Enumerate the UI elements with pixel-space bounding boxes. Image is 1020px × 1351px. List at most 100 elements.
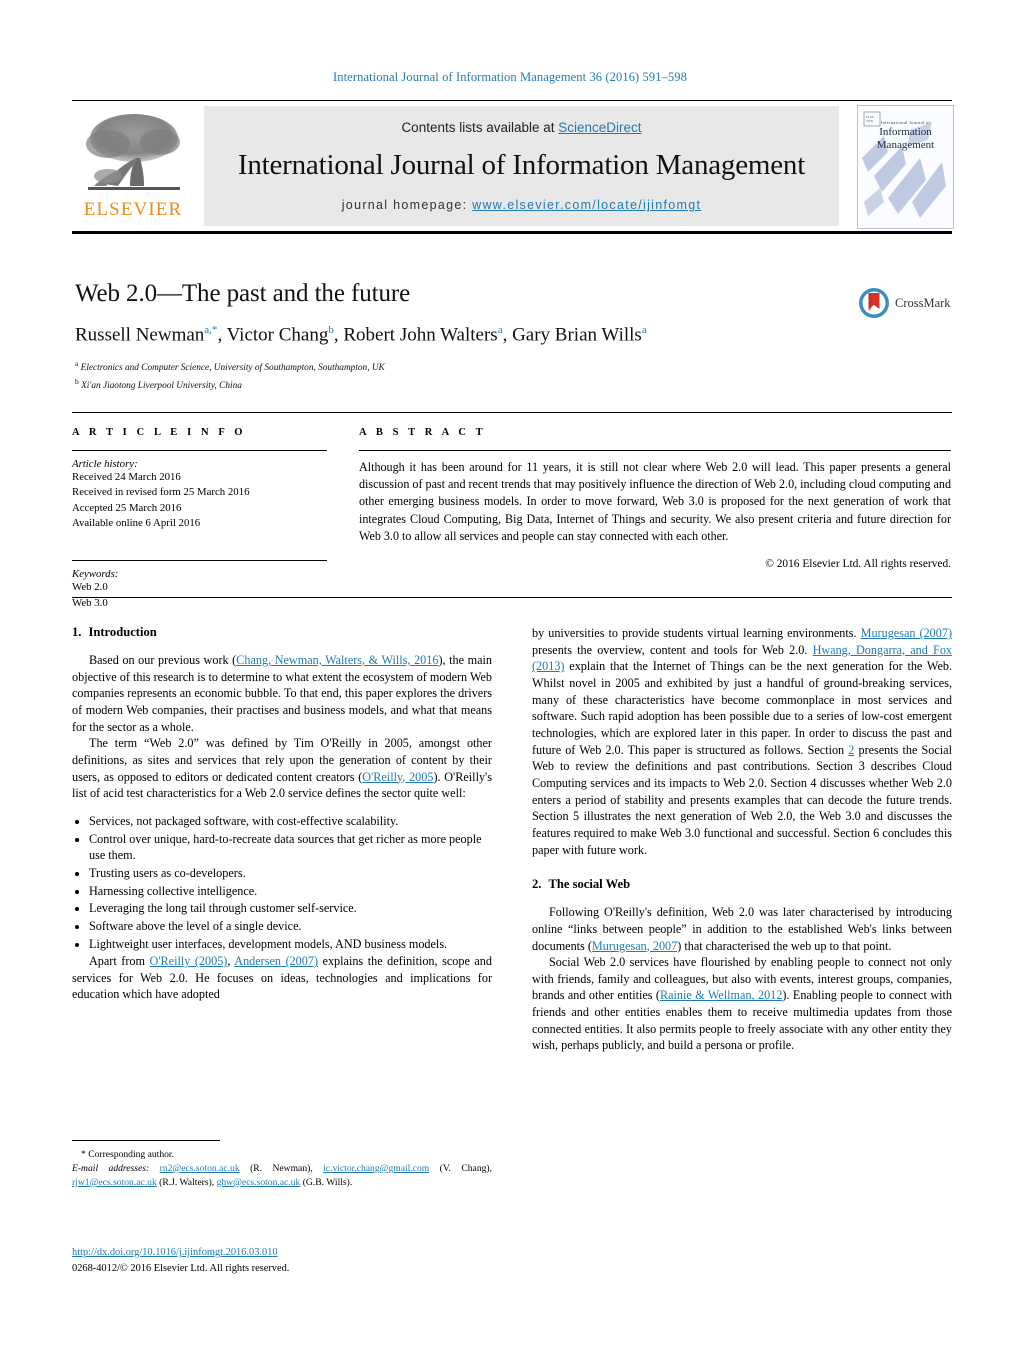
list-item: Trusting users as co-developers. <box>89 865 492 882</box>
masthead-top-rule <box>72 100 952 101</box>
journal-homepage-line: journal homepage: www.elsevier.com/locat… <box>204 198 839 212</box>
footnote-block: * Corresponding author. E-mail addresses… <box>72 1140 492 1190</box>
affiliation-a-text: Electronics and Computer Science, Univer… <box>80 363 385 374</box>
history-online: Available online 6 April 2016 <box>72 516 201 529</box>
history-received: Received 24 March 2016 <box>72 471 181 483</box>
rc-rest: presents the Social Web to review the de… <box>532 742 952 857</box>
article-info-rule <box>72 450 327 451</box>
section-number: 2. <box>532 877 542 892</box>
email-addresses-note: E-mail addresses: rn2@ecs.soton.ac.uk (R… <box>72 1162 493 1188</box>
section-title: Introduction <box>88 625 157 639</box>
abstract-text: Although it has been around for 11 years… <box>359 460 951 543</box>
journal-band: Contents lists available at ScienceDirec… <box>204 106 839 226</box>
list-item: Lightweight user interfaces, development… <box>89 936 492 953</box>
article-info-column: A R T I C L E I N F O Article history: R… <box>72 427 327 611</box>
doi-link[interactable]: http://dx.doi.org/10.1016/j.ijinfomgt.20… <box>72 1247 278 1258</box>
citation-murugesan-2007[interactable]: Murugesan (2007) <box>861 626 952 640</box>
rc-mid-1: presents the overview, content and tools… <box>532 642 813 657</box>
email-owner-walters: (R.J. Walters) <box>159 1176 212 1188</box>
author-list: Russell Newmana,*, Victor Changb, Robert… <box>75 324 647 346</box>
citation-murugesan-2007-b[interactable]: Murugesan, 2007 <box>592 939 677 953</box>
article-title: Web 2.0—The past and the future <box>75 280 411 307</box>
info-bottom-rule <box>72 597 952 598</box>
section-heading-social-web: 2. The social Web <box>532 877 952 892</box>
citation-rainie-wellman-2012[interactable]: Rainie & Wellman, 2012 <box>660 988 782 1002</box>
affiliation-b-text: Xi'an Jiaotong Liverpool University, Chi… <box>81 380 242 391</box>
history-accepted: Accepted 25 March 2016 <box>72 501 182 514</box>
intro-p1-lead: Based on our previous work ( <box>89 653 237 667</box>
crossmark-badge[interactable]: CrossMark <box>858 286 954 320</box>
author-affil-marker: a,* <box>204 324 218 336</box>
right-column: by universities to provide students virt… <box>532 625 952 1054</box>
contents-available-line: Contents lists available at ScienceDirec… <box>204 106 839 135</box>
abstract-rule <box>359 450 951 451</box>
citation-oreilly-2005-b[interactable]: O'Reilly (2005) <box>150 954 228 968</box>
homepage-prefix: journal homepage: <box>341 198 473 212</box>
email-owner-chang: (V. Chang) <box>439 1162 490 1174</box>
intro-p3-lead: Apart from <box>89 954 150 969</box>
info-abstract-block: A R T I C L E I N F O Article history: R… <box>72 412 952 611</box>
intro-paragraph-1: Based on our previous work (Chang, Newma… <box>72 652 492 735</box>
journal-cover-thumbnail: ELSE VIER International Journal of Infor… <box>857 105 954 229</box>
affiliation-a: a Electronics and Computer Science, Univ… <box>75 359 385 374</box>
intro-paragraph-3: Apart from O'Reilly (2005), Andersen (20… <box>72 953 492 1003</box>
author-affil-marker: b <box>328 324 334 336</box>
affiliation-b: b Xi'an Jiaotong Liverpool University, C… <box>75 376 242 391</box>
keywords-rule <box>72 560 327 562</box>
citation-oreilly-2005[interactable]: O'Reilly, 2005 <box>362 770 433 784</box>
elsevier-tree-icon <box>72 108 194 200</box>
doi-block: http://dx.doi.org/10.1016/j.ijinfomgt.20… <box>72 1245 552 1276</box>
abstract-label: A B S T R A C T <box>359 427 487 438</box>
body-columns: 1. Introduction Based on our previous wor… <box>72 625 952 1054</box>
crossmark-icon <box>859 288 889 318</box>
keywords-heading: Keywords: <box>72 568 119 581</box>
cover-line-1: Information <box>879 125 932 138</box>
email-link-wills[interactable]: ghw@ecs.soton.ac.uk <box>217 1177 301 1188</box>
article-history-heading: Article history: <box>72 458 138 470</box>
running-head: International Journal of Information Man… <box>333 70 687 84</box>
email-link-chang[interactable]: ic.victor.chang@gmail.com <box>323 1163 429 1174</box>
author-affil-marker: a <box>641 324 647 336</box>
issn-copyright-line: 0268-4012/© 2016 Elsevier Ltd. All right… <box>72 1262 290 1274</box>
intro-paragraph-2: The term “Web 2.0” was defined by Tim O'… <box>72 735 492 802</box>
list-item: Services, not packaged software, with co… <box>89 813 492 830</box>
intro-paragraph-continuation: by universities to provide students virt… <box>532 625 952 858</box>
elsevier-logo: ELSEVIER <box>72 108 194 226</box>
citation-andersen-2007[interactable]: Andersen (2007) <box>234 954 318 968</box>
left-column: 1. Introduction Based on our previous wor… <box>72 625 492 1054</box>
citation-chang-2016[interactable]: Chang, Newman, Walters, & Wills, 2016 <box>236 653 438 667</box>
masthead-bottom-rule <box>72 231 952 234</box>
affiliations: a Electronics and Computer Science, Univ… <box>75 358 865 393</box>
title-block: Web 2.0—The past and the future Russell … <box>75 280 865 393</box>
section-number: 1. <box>72 625 82 639</box>
email-link-newman[interactable]: rn2@ecs.soton.ac.uk <box>160 1163 240 1174</box>
email-owner-wills: (G.B. Wills) <box>302 1176 350 1188</box>
sciencedirect-link[interactable]: ScienceDirect <box>558 120 641 135</box>
cover-title-text: International Journal of Information Man… <box>858 120 953 153</box>
keywords-gap <box>72 531 327 548</box>
cover-line-2: Management <box>876 139 935 152</box>
corresponding-author-note: * Corresponding author. <box>81 1149 174 1160</box>
section-heading-introduction: 1. Introduction <box>72 625 492 640</box>
journal-homepage-link[interactable]: www.elsevier.com/locate/ijinfomgt <box>472 198 701 212</box>
acid-test-bullet-list: Services, not packaged software, with co… <box>72 813 492 952</box>
email-link-walters[interactable]: rjw1@ecs.soton.ac.uk <box>72 1177 157 1188</box>
contents-prefix: Contents lists available at <box>401 120 559 135</box>
social-web-paragraph-2: Social Web 2.0 services have flourished … <box>532 954 952 1054</box>
paper-page: International Journal of Information Man… <box>0 0 1020 1351</box>
keyword-item: Web 2.0 <box>72 581 108 594</box>
crossmark-label: CrossMark <box>895 295 951 310</box>
list-item: Harnessing collective intelligence. <box>89 883 492 900</box>
email-label: E-mail addresses: <box>72 1162 150 1174</box>
footnote-rule <box>72 1140 220 1141</box>
email-owner-newman: (R. Newman) <box>250 1162 311 1174</box>
section-title: The social Web <box>548 877 631 892</box>
article-info-label: A R T I C L E I N F O <box>72 427 247 438</box>
abstract-copyright: © 2016 Elsevier Ltd. All rights reserved… <box>765 557 951 570</box>
list-item: Control over unique, hard-to-recreate da… <box>89 831 492 864</box>
journal-title: International Journal of Information Man… <box>237 149 806 181</box>
elsevier-wordmark: ELSEVIER <box>83 199 183 220</box>
list-item: Software above the level of a single dev… <box>89 918 492 935</box>
abstract-column: A B S T R A C T Although it has been aro… <box>359 427 951 611</box>
social-web-paragraph-1: Following O'Reilly's definition, Web 2.0… <box>532 904 952 954</box>
